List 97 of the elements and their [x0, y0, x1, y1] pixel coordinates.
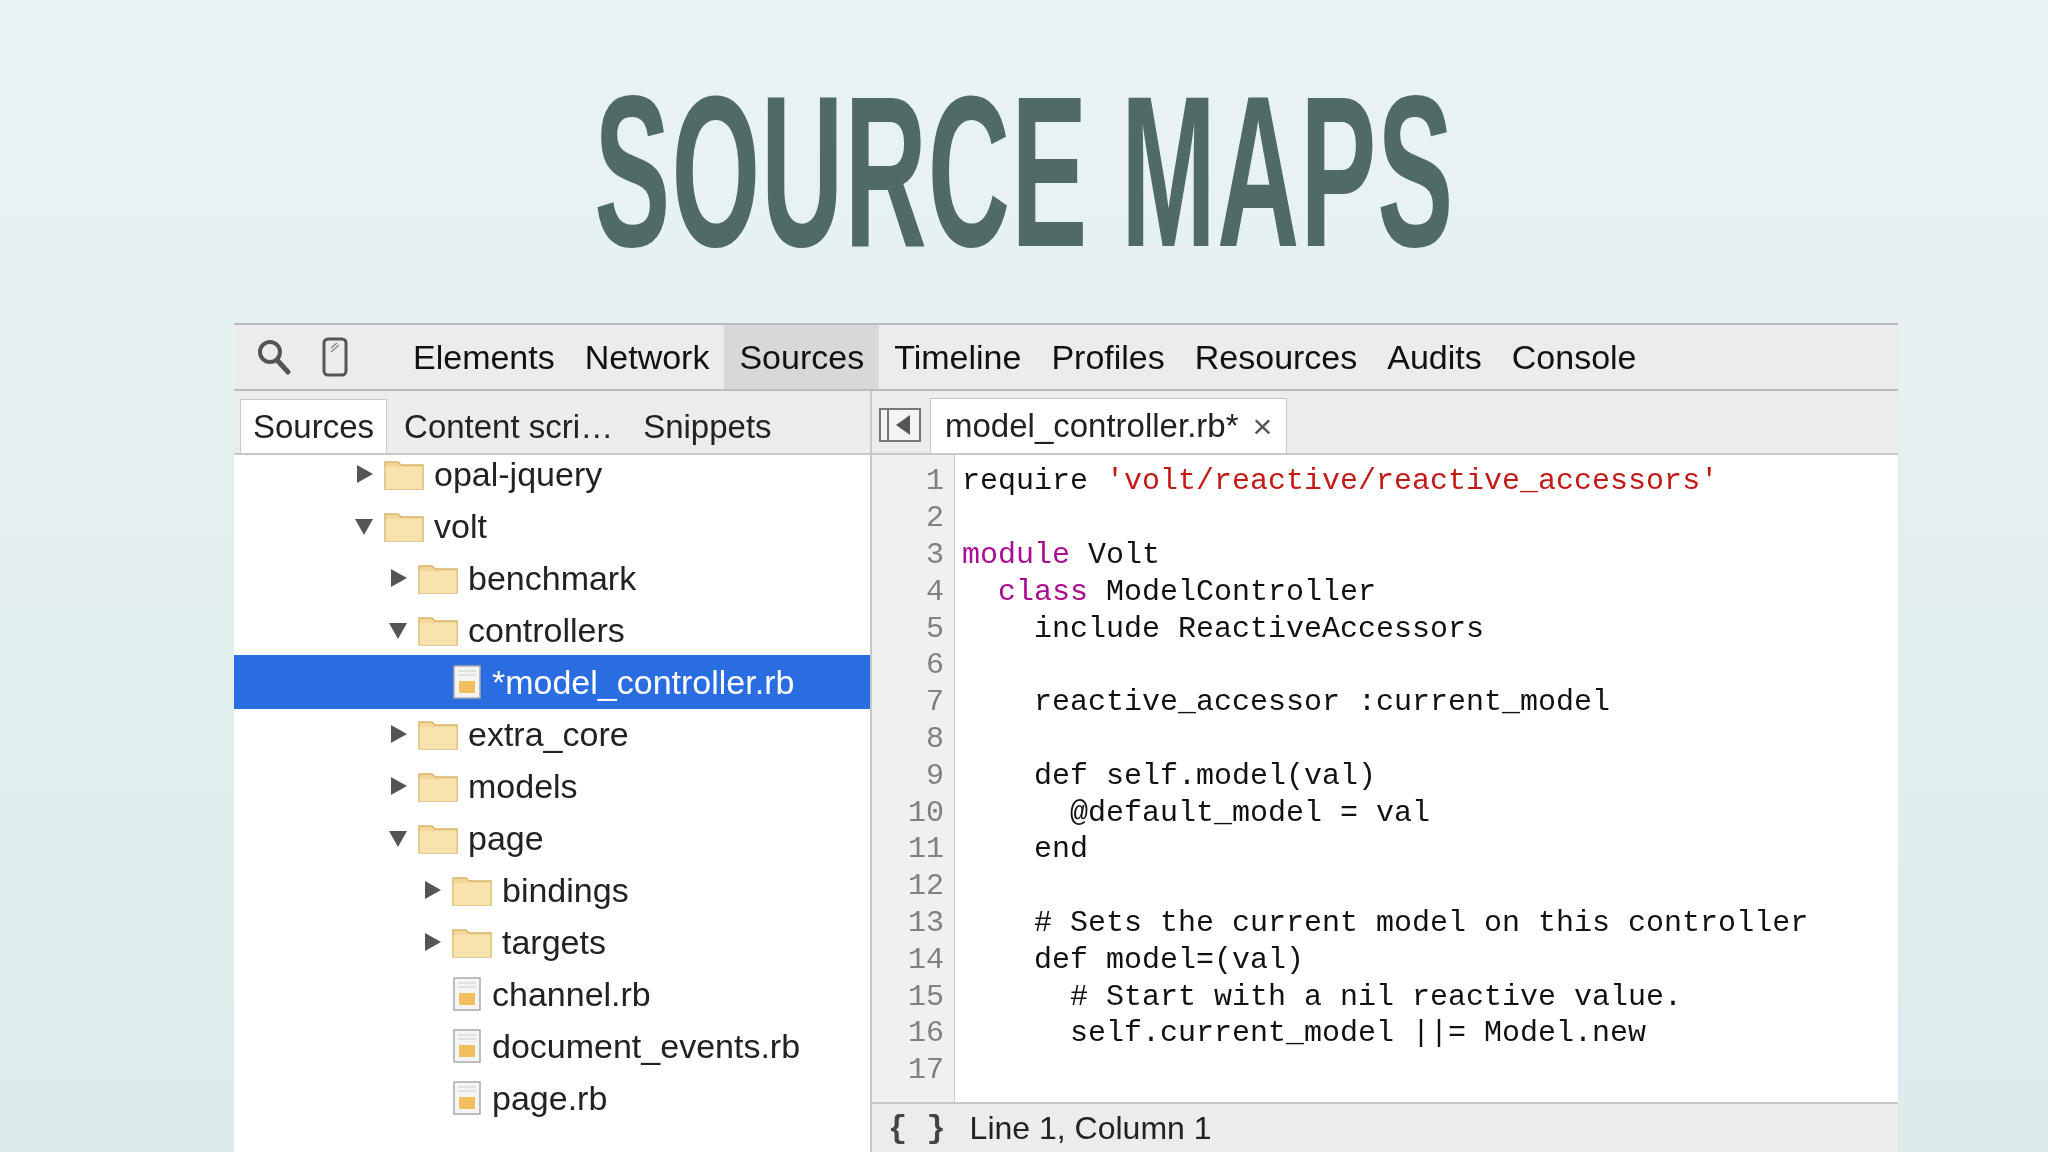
expanded-arrow-icon[interactable] [388, 828, 408, 848]
panel-tab[interactable]: Profiles [1036, 325, 1180, 389]
tree-item-label: channel.rb [492, 974, 651, 1014]
folder-icon [452, 926, 492, 958]
code-line: # Sets the current model on this controller [1033, 905, 1809, 940]
folder-icon [418, 562, 458, 594]
folder-row[interactable]: opal-jquery [234, 455, 870, 501]
script-file-icon [452, 1029, 482, 1063]
tree-item-label: volt [434, 506, 487, 546]
line-number: 17 [907, 1053, 945, 1088]
tree-item-label: opal-jquery [434, 455, 603, 494]
folder-icon [418, 614, 458, 646]
file-row[interactable]: document_events.rb [234, 1019, 870, 1073]
tree-item-label: models [468, 766, 578, 806]
folder-icon [384, 510, 424, 542]
panel-tab[interactable]: Console [1496, 325, 1652, 389]
search-icon[interactable] [256, 338, 292, 376]
panel-tab[interactable]: Sources [724, 325, 880, 389]
line-number: 3 [925, 538, 945, 572]
tree-item-label: controllers [468, 610, 625, 650]
line-number: 5 [925, 611, 945, 646]
collapsed-arrow-icon[interactable] [354, 464, 374, 484]
code-line: # Start with a nil reactive value. [1069, 979, 1683, 1014]
expanded-arrow-icon[interactable] [388, 620, 408, 640]
folder-row[interactable]: page [234, 811, 870, 865]
panel-tab[interactable]: Audits [1372, 325, 1497, 389]
collapsed-arrow-icon[interactable] [388, 724, 408, 744]
line-number: 8 [925, 721, 945, 756]
line-number: 15 [907, 979, 945, 1014]
line-number: 12 [907, 869, 945, 904]
line-number: 14 [907, 942, 945, 977]
code-line: self.current_model ||= Model.new [1069, 1016, 1647, 1051]
line-number: 16 [907, 1016, 945, 1051]
tree-item-label: bindings [502, 870, 629, 910]
file-tab[interactable]: model_controller.rb* × [930, 398, 1288, 453]
folder-row[interactable]: benchmark [234, 551, 870, 605]
folder-row[interactable]: controllers [234, 603, 870, 657]
code-line: class ModelController [997, 574, 1377, 609]
file-row[interactable]: channel.rb [234, 967, 870, 1021]
script-file-icon [452, 977, 482, 1011]
tree-item-label: page [468, 818, 544, 858]
cursor-position: Line 1, Column 1 [969, 1109, 1212, 1147]
folder-row[interactable]: volt [234, 499, 870, 553]
panel-tab[interactable]: Elements [398, 325, 570, 389]
tree-item-label: targets [502, 922, 606, 962]
folder-row[interactable]: models [234, 759, 870, 813]
collapsed-arrow-icon[interactable] [388, 568, 408, 588]
line-number: 9 [925, 758, 945, 793]
tree-item-label: document_events.rb [492, 1026, 801, 1066]
code-line: reactive_accessor :current_model [1033, 685, 1611, 720]
script-file-icon [452, 1081, 482, 1115]
tree-item-label: extra_core [468, 714, 629, 754]
line-number: 2 [925, 501, 945, 536]
folder-row[interactable]: targets [234, 915, 870, 969]
code-line: @default_model = val [1069, 795, 1431, 830]
code-line: def model=(val) [1033, 942, 1305, 977]
folder-icon [418, 822, 458, 854]
folder-icon [384, 458, 424, 490]
toggle-navigator-icon[interactable] [878, 407, 922, 443]
line-number: 7 [925, 685, 945, 720]
navigator-tab[interactable]: Snippets [630, 399, 785, 453]
code-line: require 'volt/reactive/reactive_accessors' [962, 464, 1719, 499]
close-button[interactable]: × [1252, 406, 1273, 446]
tree-item-label: benchmark [468, 558, 637, 598]
line-number: 13 [907, 905, 945, 940]
line-number: 1 [925, 464, 945, 499]
code-line: def self.model(val) [1033, 758, 1377, 793]
code-line: end [1033, 832, 1089, 867]
panel-tab[interactable]: Network [569, 325, 725, 389]
script-file-icon [452, 665, 482, 699]
file-row[interactable]: page.rb [234, 1071, 870, 1125]
collapsed-arrow-icon[interactable] [422, 880, 442, 900]
panel-tab[interactable]: Timeline [879, 325, 1037, 389]
folder-icon [418, 770, 458, 802]
line-number: 4 [925, 574, 945, 609]
folder-row[interactable]: bindings [234, 863, 870, 917]
folder-icon [452, 874, 492, 906]
pretty-print-button[interactable]: { } [888, 1109, 946, 1147]
expanded-arrow-icon[interactable] [354, 516, 374, 536]
line-number: 10 [907, 795, 945, 830]
file-row[interactable]: *model_controller.rb [234, 655, 870, 709]
navigator-tab[interactable]: Content scri… [391, 399, 627, 453]
line-number: 6 [925, 648, 945, 683]
navigator-tab[interactable]: Sources [240, 399, 388, 453]
slide-title: SOURCE MAPS [593, 50, 1455, 279]
code-line: include ReactiveAccessors [1033, 611, 1485, 646]
collapsed-arrow-icon[interactable] [422, 932, 442, 952]
code-line: module Volt [962, 538, 1161, 572]
collapsed-arrow-icon[interactable] [388, 776, 408, 796]
folder-icon [418, 718, 458, 750]
mobile-device-icon[interactable] [322, 337, 348, 377]
tree-item-label: page.rb [492, 1078, 608, 1118]
panel-tab[interactable]: Resources [1179, 325, 1373, 389]
line-number: 11 [907, 832, 945, 867]
tree-item-label: *model_controller.rb [492, 662, 795, 702]
file-tab-label: model_controller.rb* [945, 407, 1239, 445]
folder-row[interactable]: extra_core [234, 707, 870, 761]
